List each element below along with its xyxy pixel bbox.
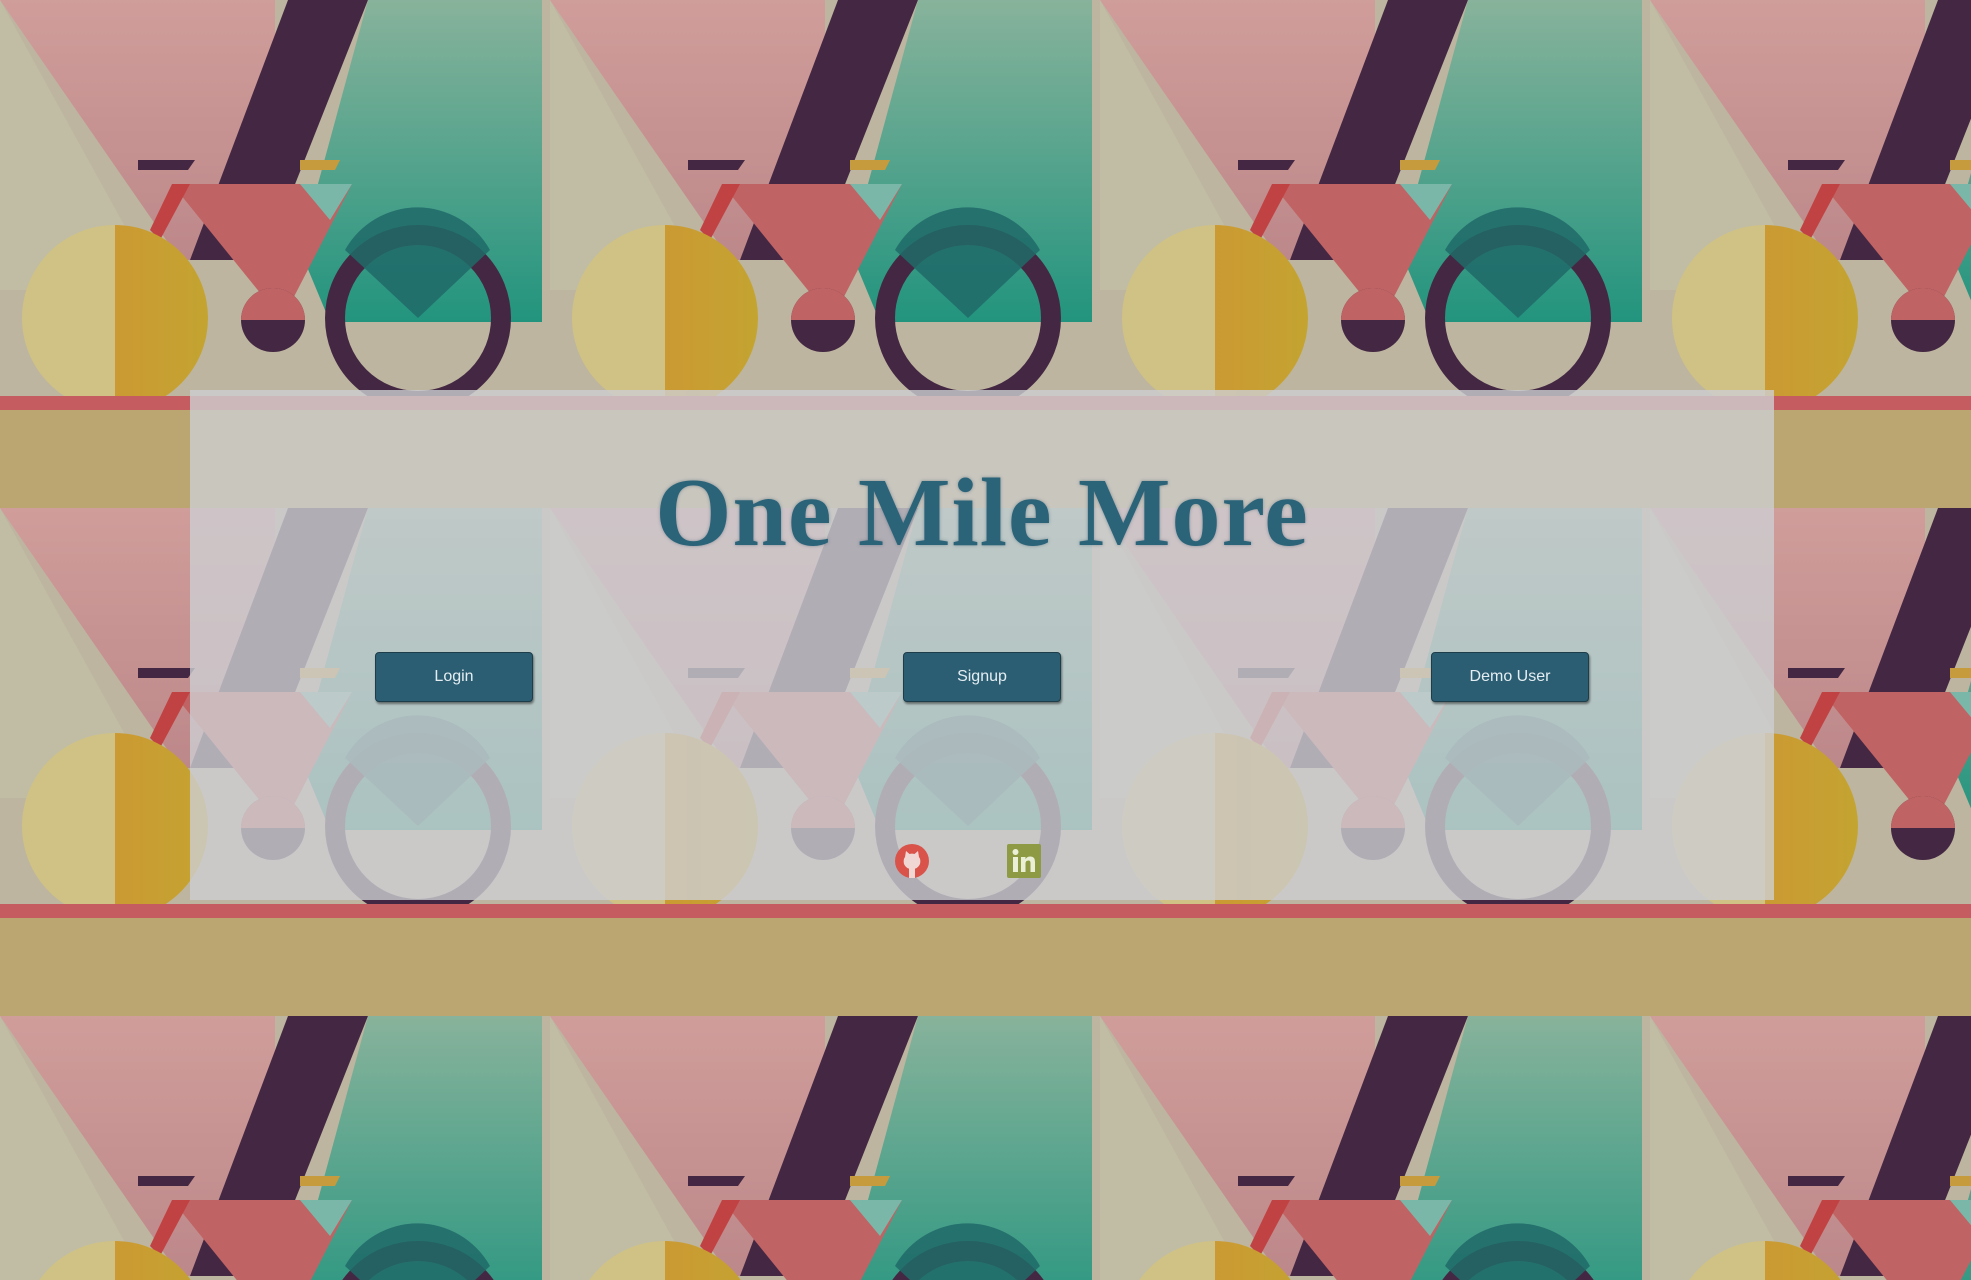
landing-panel: One Mile More Login Signup Demo User [190, 390, 1774, 900]
page-title: One Mile More [655, 459, 1309, 567]
github-link[interactable] [894, 843, 930, 879]
linkedin-icon [1007, 844, 1041, 878]
github-icon [895, 844, 929, 878]
linkedin-link[interactable] [1006, 843, 1042, 879]
demo-user-button[interactable]: Demo User [1431, 652, 1589, 702]
login-button[interactable]: Login [375, 652, 533, 702]
signup-button[interactable]: Signup [903, 652, 1061, 702]
